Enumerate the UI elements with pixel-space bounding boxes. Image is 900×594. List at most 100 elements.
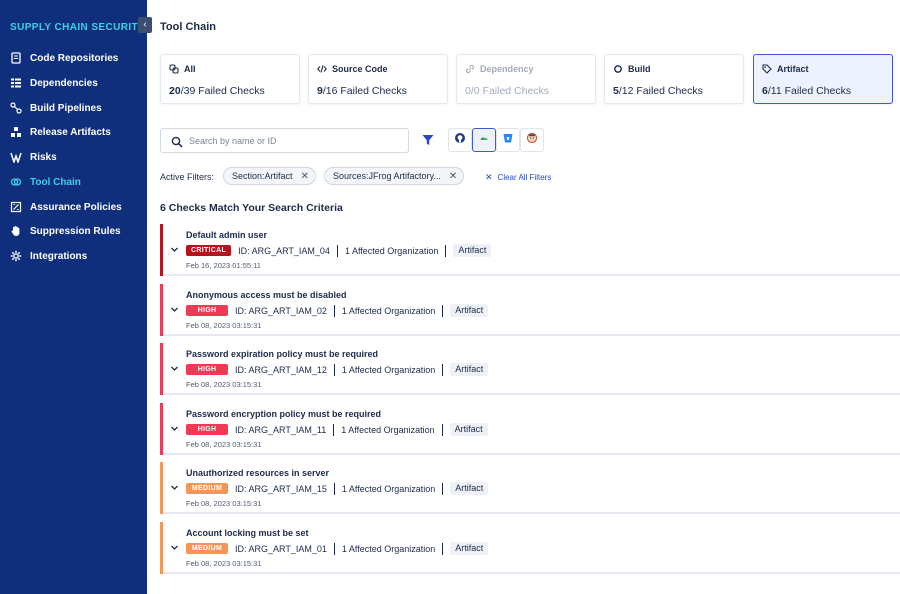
divider — [333, 304, 335, 317]
check-row[interactable]: Password encryption policy must be requi… — [160, 403, 900, 455]
check-id: ID: ARG_ART_IAM_02 — [235, 305, 327, 316]
sidebar-item-code-repositories[interactable]: Code Repositories — [0, 48, 147, 68]
page-title: Tool Chain — [160, 21, 217, 33]
section-tag: Artifact — [453, 244, 492, 257]
section-tag: Artifact — [450, 363, 489, 376]
check-row[interactable]: Account locking must be set MEDIUM ID: A… — [160, 522, 900, 574]
check-meta: HIGH ID: ARG_ART_IAM_02 1 Affected Organ… — [186, 304, 489, 317]
check-date: Feb 16, 2023 01:55:11 — [186, 261, 261, 270]
divider — [333, 423, 335, 436]
divider — [333, 482, 335, 495]
hand-icon — [10, 225, 22, 237]
check-title: Account locking must be set — [186, 528, 309, 538]
sidebar-item-assurance-policies[interactable]: Assurance Policies — [0, 197, 147, 217]
affected-orgs: 1 Affected Organization — [341, 424, 435, 435]
source-filter-github[interactable] — [448, 128, 472, 152]
card-all[interactable]: All 20/39 Failed Checks — [160, 54, 300, 104]
sidebar-item-risks[interactable]: Risks — [0, 147, 147, 167]
check-id: ID: ARG_ART_IAM_12 — [235, 364, 327, 375]
check-row[interactable]: Password expiration policy must be requi… — [160, 343, 900, 395]
chevron-down-icon[interactable] — [170, 364, 179, 373]
sidebar-item-integrations[interactable]: Integrations — [0, 246, 147, 266]
section-tag: Artifact — [450, 482, 489, 495]
check-meta: HIGH ID: ARG_ART_IAM_11 1 Affected Organ… — [186, 423, 488, 436]
divider — [333, 363, 335, 376]
sidebar-collapse-button[interactable]: ‹ — [138, 17, 152, 33]
active-filters-label: Active Filters: — [160, 172, 215, 182]
card-count: 20/39 Failed Checks — [169, 85, 265, 97]
divider — [442, 363, 444, 376]
divider — [333, 542, 335, 555]
section-tag: Artifact — [450, 542, 489, 555]
search-icon — [171, 135, 183, 148]
severity-badge: HIGH — [186, 305, 228, 316]
code-repo-icon — [10, 52, 22, 64]
card-label: Build — [628, 64, 651, 74]
sidebar-item-label: Assurance Policies — [30, 201, 122, 213]
card-count: 6/11 Failed Checks — [762, 85, 852, 97]
filter-chip-sources: Sources:JFrog Artifactory... ✕ — [324, 167, 465, 185]
risk-icon — [10, 151, 22, 163]
sidebar-item-label: Build Pipelines — [30, 102, 102, 114]
filter-icon[interactable] — [421, 133, 435, 147]
close-icon[interactable]: ✕ — [301, 171, 309, 182]
main-content: Tool Chain All 20/39 Failed Checks Sourc… — [147, 0, 900, 594]
sidebar-item-build-pipelines[interactable]: Build Pipelines — [0, 98, 147, 118]
chevron-down-icon[interactable] — [170, 245, 179, 254]
dependency-link-icon — [465, 64, 475, 74]
search-input[interactable] — [189, 133, 399, 149]
check-row[interactable]: Anonymous access must be disabled HIGH I… — [160, 284, 900, 336]
divider — [442, 542, 444, 555]
build-icon — [613, 64, 623, 74]
severity-bar — [160, 403, 163, 455]
chevron-down-icon[interactable] — [170, 424, 179, 433]
affected-orgs: 1 Affected Organization — [341, 364, 436, 375]
card-label: Artifact — [777, 64, 809, 74]
card-count: 5/12 Failed Checks — [613, 85, 703, 97]
source-filter-jfrog[interactable] — [472, 128, 496, 152]
card-label: Dependency — [480, 64, 534, 74]
jenkins-icon — [526, 131, 538, 149]
bitbucket-icon — [502, 131, 514, 149]
card-dependency[interactable]: Dependency 0/0 Failed Checks — [456, 54, 596, 104]
clear-all-filters-button[interactable]: ✕ Clear All Filters — [485, 172, 551, 183]
check-date: Feb 08, 2023 03:15:31 — [186, 499, 262, 508]
sidebar-item-suppression-rules[interactable]: Suppression Rules — [0, 221, 147, 241]
sidebar-item-tool-chain[interactable]: Tool Chain — [0, 172, 147, 192]
sidebar: SUPPLY CHAIN SECURITY Code Repositories … — [0, 0, 147, 594]
card-label: All — [184, 64, 196, 74]
chevron-down-icon[interactable] — [170, 543, 179, 552]
severity-bar — [160, 224, 163, 276]
category-cards: All 20/39 Failed Checks Source Code 9/16… — [160, 54, 896, 104]
chevron-down-icon[interactable] — [170, 305, 179, 314]
chevron-down-icon[interactable] — [170, 483, 179, 492]
affected-orgs: 1 Affected Organization — [341, 305, 436, 316]
divider — [336, 244, 338, 257]
pipeline-icon — [10, 102, 22, 114]
sidebar-item-label: Tool Chain — [30, 176, 81, 188]
card-source-code[interactable]: Source Code 9/16 Failed Checks — [308, 54, 448, 104]
sidebar-item-release-artifacts[interactable]: Release Artifacts — [0, 122, 147, 142]
card-count: 0/0 Failed Checks — [465, 85, 550, 97]
close-icon: ✕ — [485, 172, 493, 182]
severity-badge: MEDIUM — [186, 483, 228, 494]
sidebar-item-dependencies[interactable]: Dependencies — [0, 73, 147, 93]
close-icon[interactable]: ✕ — [449, 171, 457, 182]
section-tag: Artifact — [449, 423, 488, 436]
results-title: 6 Checks Match Your Search Criteria — [160, 202, 343, 214]
card-build[interactable]: Build 5/12 Failed Checks — [604, 54, 744, 104]
source-filter-bitbucket[interactable] — [496, 128, 520, 152]
filter-chip-section: Section:Artifact ✕ — [223, 167, 316, 185]
chevron-left-icon: ‹ — [143, 19, 147, 30]
check-row[interactable]: Default admin user CRITICAL ID: ARG_ART_… — [160, 224, 900, 276]
code-icon — [317, 64, 327, 74]
sidebar-item-label: Code Repositories — [30, 52, 119, 64]
check-id: ID: ARG_ART_IAM_15 — [235, 483, 327, 494]
check-row[interactable]: Unauthorized resources in server MEDIUM … — [160, 462, 900, 514]
check-title: Unauthorized resources in server — [186, 468, 330, 478]
source-filter-jenkins[interactable] — [520, 128, 544, 152]
severity-bar — [160, 462, 163, 514]
artifacts-icon — [10, 126, 22, 138]
card-artifact[interactable]: Artifact 6/11 Failed Checks — [753, 54, 893, 104]
affected-orgs: 1 Affected Organization — [341, 483, 436, 494]
